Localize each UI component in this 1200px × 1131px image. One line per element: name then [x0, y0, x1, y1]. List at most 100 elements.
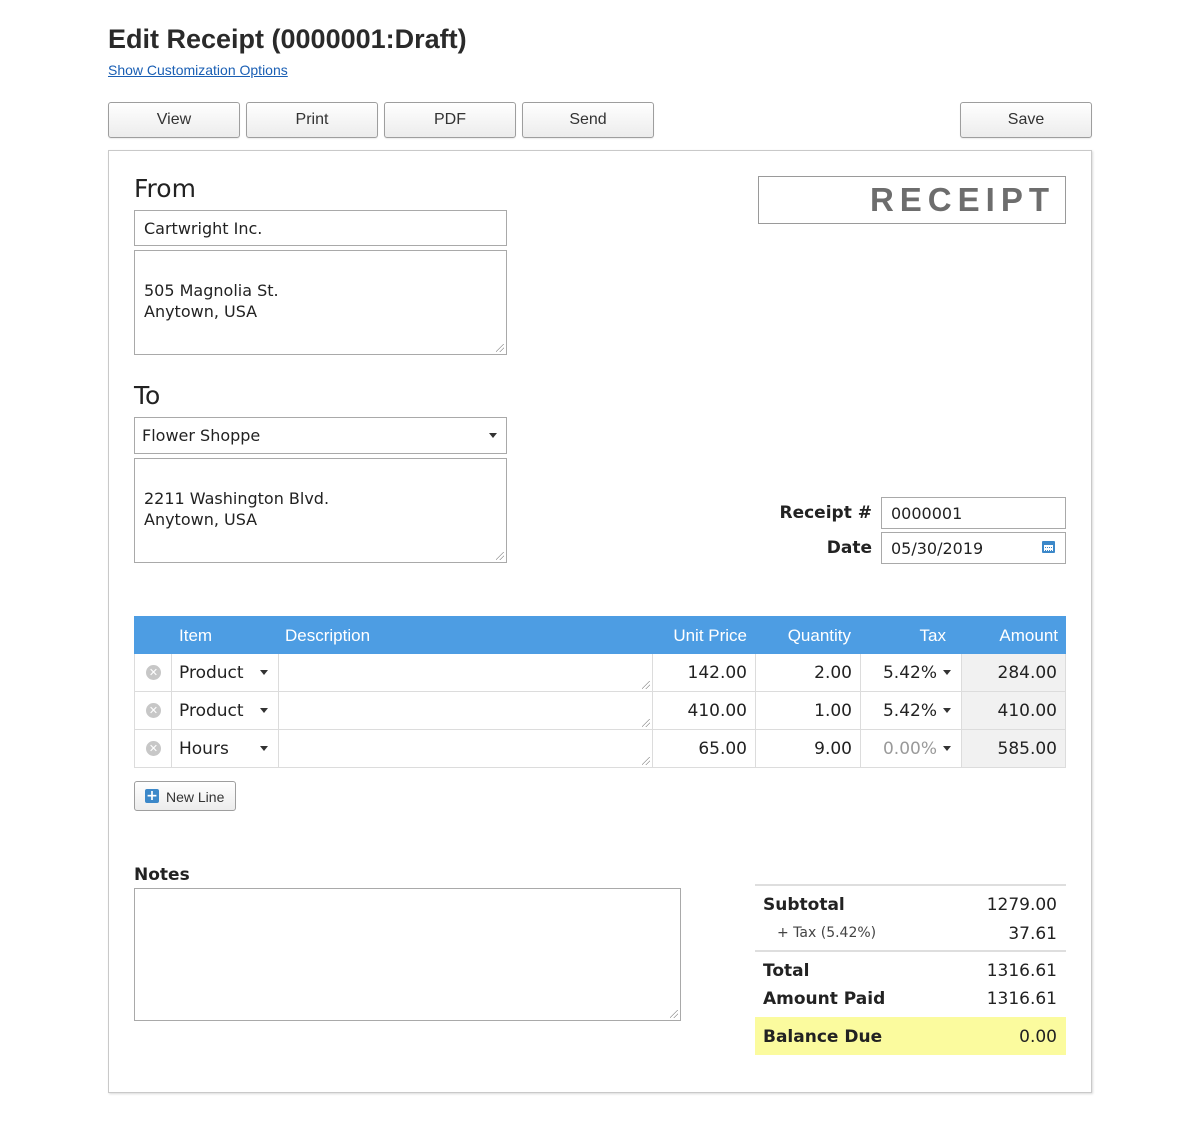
- quantity-field[interactable]: 1.00: [756, 692, 861, 729]
- receipt-number-value: 0000001: [891, 504, 963, 523]
- description-field[interactable]: [279, 692, 653, 729]
- item-value: Hours: [179, 739, 229, 759]
- tax-value: 5.42%: [882, 663, 937, 683]
- amount-paid-label: Amount Paid: [763, 989, 886, 1009]
- subtotal-value: 1279.00: [986, 895, 1057, 915]
- chevron-down-icon: [260, 670, 268, 675]
- total-value: 1316.61: [986, 961, 1057, 981]
- resize-grip-icon[interactable]: [670, 1010, 678, 1018]
- resize-grip-icon[interactable]: [496, 552, 504, 560]
- quantity-value: 2.00: [814, 663, 852, 683]
- col-quantity: Quantity: [787, 626, 851, 645]
- tax-value: 0.00%: [882, 739, 937, 759]
- subtotal-label: Subtotal: [763, 895, 845, 915]
- tax-summary-label: + Tax (5.42%): [777, 925, 877, 941]
- to-address-field[interactable]: 2211 Washington Blvd. Anytown, USA: [134, 458, 507, 563]
- item-value: Product: [179, 701, 244, 721]
- from-address-field[interactable]: 505 Magnolia St. Anytown, USA: [134, 250, 507, 355]
- remove-cell: ✕: [135, 692, 172, 729]
- unit-price-field[interactable]: 410.00: [653, 692, 756, 729]
- balance-due-label: Balance Due: [763, 1027, 883, 1047]
- quantity-field[interactable]: 2.00: [756, 654, 861, 691]
- pdf-button[interactable]: PDF: [384, 102, 516, 138]
- amount-value: 410.00: [997, 701, 1057, 721]
- balance-due-value: 0.00: [1019, 1027, 1057, 1047]
- to-label: To: [134, 381, 161, 410]
- print-button[interactable]: Print: [246, 102, 378, 138]
- total-label: Total: [763, 961, 810, 981]
- amount-value: 284.00: [997, 663, 1057, 683]
- chevron-down-icon: [260, 708, 268, 713]
- calendar-icon[interactable]: [1042, 541, 1055, 553]
- totals-divider: [755, 884, 1066, 886]
- description-field[interactable]: [279, 730, 653, 767]
- document-type-title[interactable]: RECEIPT: [758, 176, 1066, 224]
- resize-grip-icon[interactable]: [642, 681, 650, 689]
- remove-cell: ✕: [135, 730, 172, 767]
- amount-cell: 585.00: [962, 730, 1065, 767]
- send-button[interactable]: Send: [522, 102, 654, 138]
- col-tax: Tax: [919, 626, 946, 645]
- page-title: Edit Receipt (0000001:Draft): [108, 24, 467, 54]
- view-button[interactable]: View: [108, 102, 240, 138]
- chevron-down-icon: [943, 746, 951, 751]
- table-row: ✕ Hours 65.00 9.00 0.00% 585.00: [134, 730, 1066, 768]
- items-table-header: Item Description Unit Price Quantity Tax…: [134, 616, 1066, 654]
- item-select[interactable]: Product: [172, 692, 279, 729]
- unit-price-field[interactable]: 65.00: [653, 730, 756, 767]
- tax-select[interactable]: 5.42%: [861, 654, 962, 691]
- quantity-field[interactable]: 9.00: [756, 730, 861, 767]
- unit-price-field[interactable]: 142.00: [653, 654, 756, 691]
- from-address-value: 505 Magnolia St. Anytown, USA: [144, 281, 279, 321]
- remove-icon[interactable]: ✕: [146, 741, 161, 756]
- show-customization-link[interactable]: Show Customization Options: [108, 62, 288, 78]
- item-select[interactable]: Product: [172, 654, 279, 691]
- table-row: ✕ Product 410.00 1.00 5.42% 410.00: [134, 692, 1066, 730]
- save-button[interactable]: Save: [960, 102, 1092, 138]
- unit-price-value: 410.00: [687, 701, 747, 721]
- totals-divider: [755, 950, 1066, 952]
- unit-price-value: 142.00: [687, 663, 747, 683]
- notes-label: Notes: [134, 865, 190, 885]
- quantity-value: 9.00: [814, 739, 852, 759]
- item-select[interactable]: Hours: [172, 730, 279, 767]
- col-item: Item: [179, 626, 213, 645]
- remove-cell: ✕: [135, 654, 172, 691]
- quantity-value: 1.00: [814, 701, 852, 721]
- to-address-value: 2211 Washington Blvd. Anytown, USA: [144, 489, 330, 529]
- remove-icon[interactable]: ✕: [146, 703, 161, 718]
- unit-price-value: 65.00: [698, 739, 747, 759]
- amount-cell: 410.00: [962, 692, 1065, 729]
- date-label: Date: [826, 538, 872, 558]
- to-client-value: Flower Shoppe: [142, 426, 261, 445]
- new-line-button[interactable]: + New Line: [134, 781, 236, 811]
- from-name-value: Cartwright Inc.: [144, 219, 263, 238]
- table-row: ✕ Product 142.00 2.00 5.42% 284.00: [134, 654, 1066, 692]
- from-name-field[interactable]: Cartwright Inc.: [134, 210, 507, 246]
- tax-value: 5.42%: [882, 701, 937, 721]
- date-field[interactable]: 05/30/2019: [881, 532, 1066, 564]
- resize-grip-icon[interactable]: [642, 719, 650, 727]
- to-client-select[interactable]: Flower Shoppe: [134, 417, 507, 454]
- notes-field[interactable]: [134, 888, 681, 1021]
- balance-due-row: Balance Due 0.00: [755, 1017, 1066, 1055]
- item-value: Product: [179, 663, 244, 683]
- col-unit-price: Unit Price: [673, 626, 747, 645]
- amount-cell: 284.00: [962, 654, 1065, 691]
- chevron-down-icon: [943, 708, 951, 713]
- remove-icon[interactable]: ✕: [146, 665, 161, 680]
- new-line-label: New Line: [166, 789, 225, 805]
- amount-value: 585.00: [997, 739, 1057, 759]
- chevron-down-icon: [489, 433, 497, 438]
- receipt-number-field[interactable]: 0000001: [881, 497, 1066, 529]
- receipt-number-label: Receipt #: [779, 503, 872, 523]
- description-field[interactable]: [279, 654, 653, 691]
- col-description: Description: [285, 626, 371, 645]
- tax-select[interactable]: 5.42%: [861, 692, 962, 729]
- chevron-down-icon: [260, 746, 268, 751]
- resize-grip-icon[interactable]: [642, 757, 650, 765]
- date-value: 05/30/2019: [891, 539, 984, 558]
- col-amount: Amount: [999, 626, 1058, 645]
- tax-select[interactable]: 0.00%: [861, 730, 962, 767]
- resize-grip-icon[interactable]: [496, 344, 504, 352]
